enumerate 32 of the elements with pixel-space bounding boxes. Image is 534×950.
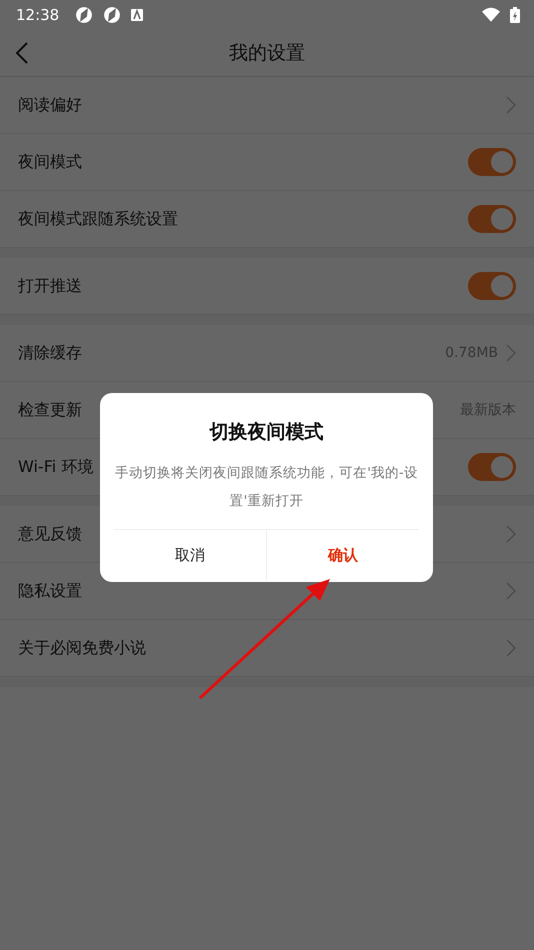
chevron-right-icon [506,344,516,362]
chevron-right-icon [506,639,516,657]
chevron-right-icon [506,582,516,600]
dialog-title: 切换夜间模式 [210,420,324,445]
battery-charging-icon [510,7,520,23]
settings-row[interactable]: 夜间模式 [0,134,534,191]
row-label: 打开推送 [18,276,82,296]
toggle-switch[interactable] [468,205,516,233]
wifi-icon [482,6,500,24]
dialog-button[interactable]: 确认 [266,530,419,580]
row-label: 意见反馈 [18,524,82,544]
status-time: 12:38 [16,6,60,24]
dialog-message: 手动切换将关闭夜间跟随系统功能，可在'我的-设置'重新打开 [114,464,419,511]
toggle-switch[interactable] [468,453,516,481]
row-label: Wi-Fi 环境 [18,456,94,478]
chevron-right-icon [506,525,516,543]
row-label: 夜间模式跟随系统设置 [18,208,178,230]
back-icon[interactable] [16,42,28,64]
settings-row[interactable]: 关于必阅免费小说 [0,620,534,677]
row-label: 阅读偏好 [18,94,82,116]
settings-row[interactable]: 夜间模式跟随系统设置 [0,191,534,248]
row-label: 隐私设置 [18,580,82,602]
row-label: 夜间模式 [18,152,82,172]
toggle-switch[interactable] [468,148,516,176]
row-label: 检查更新 [18,400,82,420]
toggle-switch[interactable] [468,272,516,300]
settings-row[interactable]: 阅读偏好 [0,77,534,134]
settings-row[interactable]: 打开推送 [0,258,534,315]
row-label: 清除缓存 [18,342,82,364]
row-label: 关于必阅免费小说 [18,638,146,658]
chevron-right-icon [506,96,516,114]
page-title: 我的设置 [229,41,305,66]
